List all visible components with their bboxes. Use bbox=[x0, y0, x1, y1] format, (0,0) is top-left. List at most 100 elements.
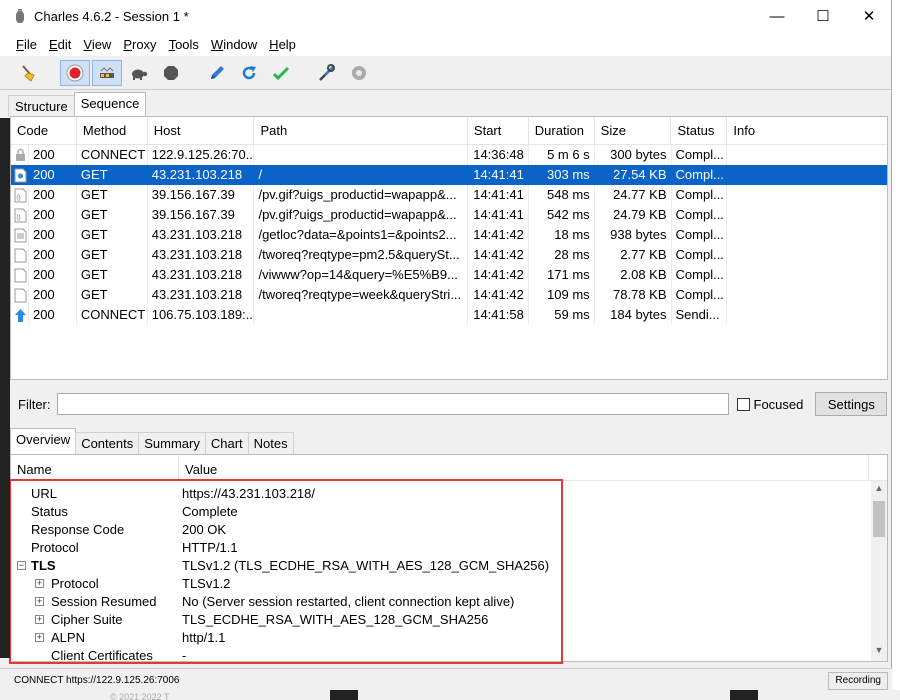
scroll-thumb[interactable] bbox=[873, 501, 885, 537]
overview-row[interactable]: Response Code 200 OK bbox=[11, 521, 871, 539]
cell-code: 200 bbox=[29, 245, 77, 265]
column-host[interactable]: Host bbox=[148, 117, 255, 144]
tools-button[interactable] bbox=[312, 60, 342, 86]
collapse-icon[interactable]: − bbox=[17, 561, 26, 570]
repeat-button[interactable] bbox=[234, 60, 264, 86]
json-icon: {} bbox=[11, 185, 29, 205]
overview-row[interactable]: URL https://43.231.103.218/ bbox=[11, 485, 871, 503]
cell-code: 200 bbox=[29, 185, 77, 205]
menu-file[interactable]: File bbox=[10, 37, 43, 52]
record-button[interactable] bbox=[60, 59, 90, 86]
menu-view[interactable]: View bbox=[77, 37, 117, 52]
scroll-down-icon[interactable]: ▼ bbox=[871, 645, 887, 659]
cell-start: 14:41:58 bbox=[468, 305, 529, 325]
menu-window[interactable]: Window bbox=[205, 37, 263, 52]
overview-scrollbar[interactable]: ▲ ▼ bbox=[871, 481, 887, 661]
svg-text:{}: {} bbox=[17, 215, 21, 221]
menu-proxy[interactable]: Proxy bbox=[117, 37, 162, 52]
expand-icon[interactable]: + bbox=[35, 579, 44, 588]
refresh-icon bbox=[242, 65, 256, 79]
expand-icon[interactable]: + bbox=[35, 597, 44, 606]
overview-name: ALPN bbox=[51, 630, 85, 645]
recording-indicator[interactable]: Recording bbox=[828, 672, 888, 690]
detail-panel: Overview Contents Summary Chart Notes Name V… bbox=[8, 428, 890, 664]
cell-info bbox=[727, 145, 887, 165]
menu-tools[interactable]: Tools bbox=[163, 37, 205, 52]
table-row[interactable]: 200 GET 43.231.103.218/tworeq?reqtype=pm2.… bbox=[11, 245, 887, 265]
table-row[interactable]: 200 CONNECT 106.75.103.189:... 14:41:58 59 m… bbox=[11, 305, 887, 325]
tab-sequence[interactable]: Sequence bbox=[73, 92, 147, 116]
overview-row[interactable]: + Cipher Suite TLS_ECDHE_RSA_WITH_AES_128_… bbox=[11, 611, 871, 629]
table-row[interactable]: {} 200 GET 39.156.167.39/pv.gif?uigs_produc… bbox=[11, 185, 887, 205]
cell-method: GET bbox=[77, 165, 148, 185]
filter-settings-button[interactable]: Settings bbox=[815, 392, 888, 416]
expand-icon[interactable]: + bbox=[35, 633, 44, 642]
stop-button[interactable] bbox=[156, 60, 186, 86]
table-row[interactable]: 200 CONNECT 122.9.125.26:70... 14:36:48 5 m … bbox=[11, 145, 887, 165]
status-text: CONNECT https://122.9.125.26:7006 bbox=[14, 675, 180, 686]
tab-contents[interactable]: Contents bbox=[75, 432, 140, 454]
cell-method: CONNECT bbox=[77, 145, 148, 165]
menu-help[interactable]: Help bbox=[263, 37, 302, 52]
column-code[interactable]: Code bbox=[11, 117, 77, 144]
column-status[interactable]: Status bbox=[671, 117, 728, 144]
cell-method: GET bbox=[77, 245, 148, 265]
menu-edit[interactable]: Edit bbox=[43, 37, 77, 52]
overview-name: Response Code bbox=[31, 522, 125, 537]
cell-info bbox=[727, 185, 887, 205]
cell-host: 106.75.103.189:... bbox=[148, 305, 255, 325]
sequence-table: Code Method Host Path Start Duration Size Statu… bbox=[10, 116, 888, 380]
cell-host: 43.231.103.218 bbox=[148, 245, 255, 265]
cell-info bbox=[727, 205, 887, 225]
scroll-up-icon[interactable]: ▲ bbox=[871, 483, 887, 497]
focused-checkbox[interactable] bbox=[736, 397, 750, 411]
desktop-background bbox=[0, 118, 10, 658]
column-info[interactable]: Info bbox=[727, 117, 887, 144]
cell-info bbox=[727, 305, 887, 325]
settings-button[interactable] bbox=[344, 60, 374, 86]
tab-notes[interactable]: Notes bbox=[247, 432, 294, 454]
tab-structure[interactable]: Structure bbox=[8, 95, 75, 116]
overview-row[interactable]: + Session Resumed No (Server session resta… bbox=[11, 593, 871, 611]
column-method[interactable]: Method bbox=[77, 117, 148, 144]
tools-icon bbox=[319, 63, 335, 81]
filter-label: Filter: bbox=[18, 396, 51, 412]
cell-path: /pv.gif?uigs_productid=wapapp&... bbox=[254, 185, 468, 205]
column-name[interactable]: Name bbox=[11, 455, 179, 480]
close-button[interactable]: ✕ bbox=[846, 0, 892, 32]
table-row[interactable]: 200 GET 43.231.103.218/viwww?op=14&query=%… bbox=[11, 265, 887, 285]
throttle-button[interactable] bbox=[92, 59, 122, 86]
expand-icon[interactable]: + bbox=[35, 615, 44, 624]
table-row[interactable]: 200 GET 43.231.103.218/14:41:41 303 ms 27.54… bbox=[11, 165, 887, 185]
breakpoints-button[interactable] bbox=[124, 60, 154, 86]
table-row[interactable]: {} 200 GET 39.156.167.39/pv.gif?uigs_produc… bbox=[11, 205, 887, 225]
table-row[interactable]: 200 GET 43.231.103.218/getloc?data=&points… bbox=[11, 225, 887, 245]
overview-row[interactable]: Status Complete bbox=[11, 503, 871, 521]
overview-name: Protocol bbox=[31, 540, 79, 555]
cell-size: 24.79 KB bbox=[595, 205, 672, 225]
overview-row[interactable]: Protocol HTTP/1.1 bbox=[11, 539, 871, 557]
filter-input[interactable] bbox=[56, 393, 729, 415]
column-duration[interactable]: Duration bbox=[529, 117, 595, 144]
overview-row[interactable]: Client Certificates - bbox=[11, 647, 871, 661]
column-value[interactable]: Value bbox=[179, 455, 869, 480]
validate-button[interactable] bbox=[266, 60, 296, 86]
compose-button[interactable] bbox=[202, 60, 232, 86]
overview-row[interactable]: + Protocol TLSv1.2 bbox=[11, 575, 871, 593]
cell-path: /pv.gif?uigs_productid=wapapp&... bbox=[254, 205, 468, 225]
overview-row[interactable]: + ALPN http/1.1 bbox=[11, 629, 871, 647]
tab-chart[interactable]: Chart bbox=[204, 432, 249, 454]
tab-overview[interactable]: Overview bbox=[10, 428, 77, 454]
column-start[interactable]: Start bbox=[468, 117, 529, 144]
clear-session-button[interactable] bbox=[14, 60, 44, 86]
column-size[interactable]: Size bbox=[595, 117, 672, 144]
overview-row[interactable]: − TLS TLSv1.2 (TLS_ECDHE_RSA_WITH_AES_128_… bbox=[11, 557, 871, 575]
tab-summary[interactable]: Summary bbox=[138, 432, 206, 454]
cell-duration: 5 m 6 s bbox=[529, 145, 595, 165]
maximize-button[interactable]: ☐ bbox=[800, 0, 846, 32]
overview-value: 200 OK bbox=[182, 522, 227, 537]
file-icon bbox=[11, 265, 29, 285]
minimize-button[interactable]: — bbox=[754, 0, 800, 32]
column-path[interactable]: Path bbox=[254, 117, 468, 144]
table-row[interactable]: 200 GET 43.231.103.218/tworeq?reqtype=week… bbox=[11, 285, 887, 305]
